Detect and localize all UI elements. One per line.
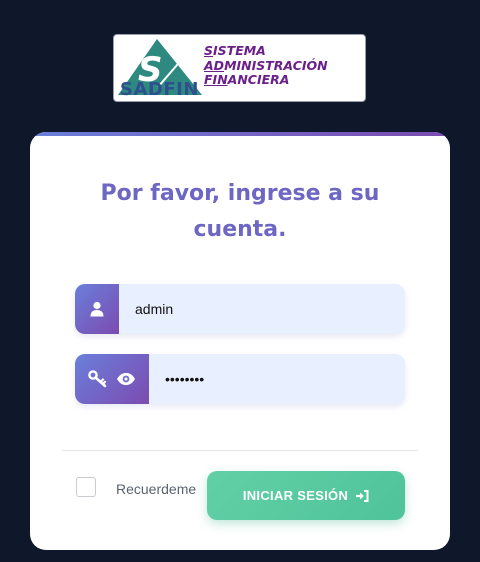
eye-icon[interactable] [116, 372, 136, 386]
remember-checkbox[interactable] [76, 477, 96, 497]
password-input[interactable] [149, 354, 405, 404]
sadfin-logo: S SADFIN SISTEMA ADMINISTRACIÓN FINANCIE… [113, 34, 366, 102]
username-input[interactable] [119, 284, 405, 334]
password-group [75, 354, 405, 404]
username-group [75, 284, 405, 334]
title-line-2: cuenta. [193, 217, 287, 242]
logo-line-sistema: SISTEMA [204, 43, 266, 58]
key-icon [88, 370, 107, 388]
login-button[interactable]: INICIAR SESIÓN [207, 471, 405, 520]
logo-name: SADFIN [120, 79, 199, 100]
user-icon [90, 301, 104, 317]
password-addon [75, 354, 149, 404]
divider [62, 450, 418, 451]
login-card: Por favor, ingrese a su cuenta. admin ••… [30, 132, 450, 550]
login-button-label: INICIAR SESIÓN [242, 488, 349, 503]
username-addon [75, 284, 119, 334]
logo-line-administracion: ADMINISTRACIÓN [204, 57, 328, 73]
logo-line-financiera: FINANCIERA [204, 72, 290, 87]
card-accent-bar [30, 132, 450, 136]
sign-in-icon [356, 489, 369, 502]
logo-text: SISTEMA ADMINISTRACIÓN FINANCIERA [204, 43, 328, 88]
remember-label[interactable]: Recuerdeme [116, 481, 196, 497]
page-title: Por favor, ingrese a su cuenta. [30, 176, 450, 248]
title-line-1: Por favor, ingrese a su [100, 181, 380, 206]
